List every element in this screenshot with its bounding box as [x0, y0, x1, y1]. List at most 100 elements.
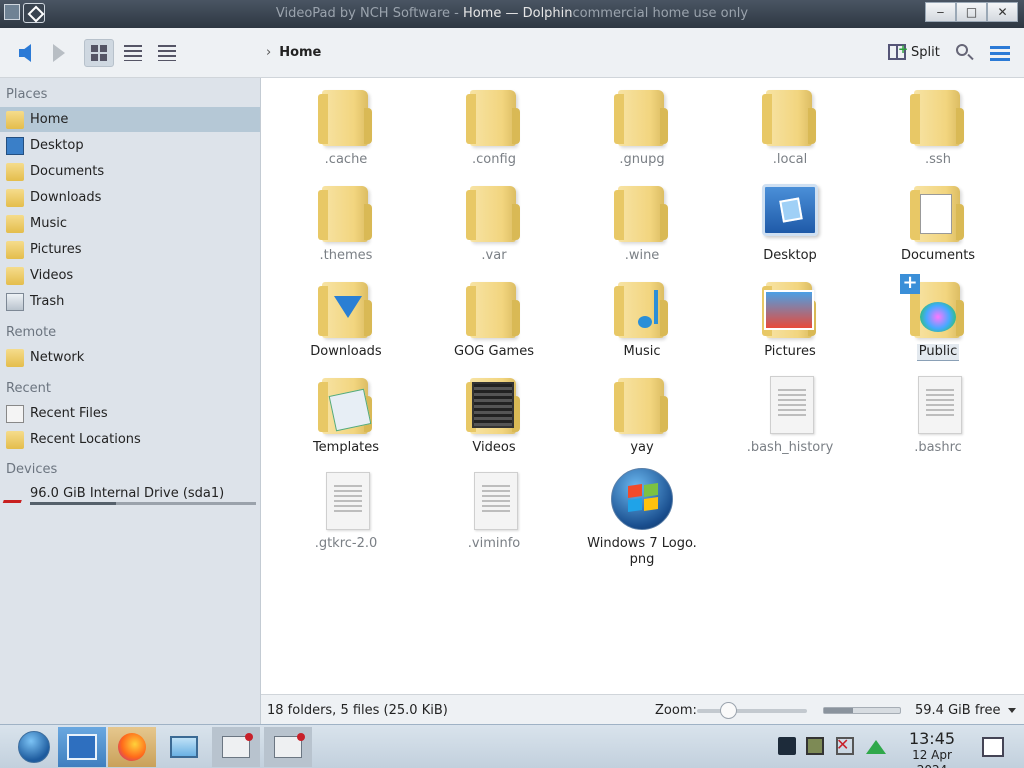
search-button[interactable] [956, 44, 976, 64]
hamburger-menu-icon[interactable] [990, 46, 1010, 62]
text-file-icon [314, 468, 378, 532]
sidebar-item-label: Home [30, 112, 69, 127]
folder-icon [610, 180, 674, 244]
file-item-documents[interactable]: Documents [878, 180, 998, 264]
task-app-1[interactable] [212, 727, 260, 767]
app-window-icon [274, 733, 305, 758]
compact-view-button[interactable] [118, 39, 148, 67]
sidebar-item-recent-locations[interactable]: Recent Locations [0, 427, 260, 452]
file-item-public[interactable]: + Public [878, 274, 998, 361]
windows-start-icon [18, 731, 50, 763]
sidebar-item-trash[interactable]: Trash [0, 289, 260, 314]
folder-templates-icon [314, 372, 378, 436]
file-item-label: Public [916, 344, 960, 361]
folder-music-icon [610, 276, 674, 340]
folder-downloads-icon [314, 276, 378, 340]
forward-button[interactable] [46, 40, 72, 66]
downloads-folder-icon [6, 188, 24, 207]
file-item-wine[interactable]: .wine [582, 180, 702, 264]
close-button[interactable]: ✕ [987, 2, 1018, 22]
file-item-downloads[interactable]: Downloads [286, 276, 406, 360]
task-file-manager[interactable] [58, 727, 106, 767]
file-item-bashrc[interactable]: .bashrc [878, 372, 998, 456]
file-item-label: Downloads [310, 344, 382, 359]
text-file-icon [462, 468, 526, 532]
network-x-mark: ✕ [836, 735, 850, 754]
file-view[interactable]: .cache .config .gnupg .local .ssh .themes .var… [261, 78, 1024, 694]
sidebar-item-label: Pictures [30, 242, 82, 257]
forward-arrow-icon [53, 44, 65, 62]
folder-icon [462, 180, 526, 244]
details-view-button[interactable] [152, 39, 182, 67]
file-item-var[interactable]: .var [434, 180, 554, 264]
sidebar-item-downloads[interactable]: Downloads [0, 185, 260, 210]
task-app-2[interactable] [264, 727, 312, 767]
sidebar-item-music[interactable]: Music [0, 211, 260, 236]
sidebar-item-label: Documents [30, 164, 105, 179]
zoom-slider[interactable] [697, 702, 807, 719]
sidebar-item-label: Videos [30, 268, 74, 283]
sidebar-item-recent-files[interactable]: Recent Files [0, 401, 260, 426]
file-item-label: yay [630, 440, 654, 455]
minimize-button[interactable]: ‒ [925, 2, 956, 22]
file-item-label: .bash_history [746, 440, 834, 455]
free-space-dropdown[interactable]: 59.4 GiB free [915, 703, 1016, 718]
sidebar-item-home[interactable]: Home [0, 107, 260, 132]
back-button[interactable] [12, 40, 38, 66]
file-item-themes[interactable]: .themes [286, 180, 406, 264]
folder-public-icon: + [900, 274, 970, 340]
sidebar-item-label: Trash [30, 294, 65, 309]
clipboard-icon[interactable] [806, 737, 824, 755]
file-item-gnupg[interactable]: .gnupg [582, 84, 702, 168]
devices-section-title: Devices [6, 462, 58, 477]
file-item-cache[interactable]: .cache [286, 84, 406, 168]
file-item-label: GOG Games [454, 344, 534, 359]
file-item-windows-7-logo-png[interactable]: Windows 7 Logo. png [582, 468, 702, 568]
file-item-label: .wine [624, 248, 660, 263]
sidebar-item-pictures[interactable]: Pictures [0, 237, 260, 262]
sidebar-item-documents[interactable]: Documents [0, 159, 260, 184]
recent-section-title: Recent [6, 381, 51, 396]
file-item-music[interactable]: Music [582, 276, 702, 360]
icons-view-button[interactable] [84, 39, 114, 67]
file-item-label: Music [623, 344, 661, 359]
network-disconnected-icon[interactable]: ✕ [836, 735, 854, 755]
breadcrumb-home[interactable]: Home [279, 45, 321, 60]
show-desktop-icon[interactable] [982, 737, 1004, 757]
sidebar-item-videos[interactable]: Videos [0, 263, 260, 288]
breadcrumb[interactable]: › Home [266, 45, 321, 60]
file-item-videos[interactable]: Videos [434, 372, 554, 456]
app-window-icon [222, 733, 253, 758]
file-item-gog-games[interactable]: GOG Games [434, 276, 554, 360]
file-item-label: Desktop [763, 248, 817, 263]
file-item-pictures[interactable]: Pictures [730, 276, 850, 360]
file-item-ssh[interactable]: .ssh [878, 84, 998, 168]
clock[interactable]: 13:45 12 Apr 2024 [896, 730, 968, 768]
folder-icon [610, 372, 674, 436]
taskbar: ✕ 13:45 12 Apr 2024 [0, 724, 1024, 768]
task-system-settings[interactable] [160, 727, 208, 767]
split-label: Split [911, 44, 940, 60]
file-item-bash-history[interactable]: .bash_history [730, 372, 850, 456]
zoom-slider-handle[interactable] [720, 702, 738, 719]
file-item-yay[interactable]: yay [582, 372, 702, 456]
file-item-label: Documents [900, 248, 976, 263]
task-firefox[interactable] [108, 727, 156, 767]
save-icon[interactable] [778, 737, 796, 755]
file-item-desktop[interactable]: Desktop [730, 180, 850, 264]
start-button[interactable] [10, 727, 58, 767]
split-button[interactable]: Split [888, 42, 940, 60]
sidebar-item-network[interactable]: Network [0, 345, 260, 370]
trash-icon [6, 292, 24, 311]
file-item-gtkrc-2-0[interactable]: .gtkrc-2.0 [286, 468, 406, 552]
updates-arrow-icon[interactable] [866, 740, 886, 754]
file-item-config[interactable]: .config [434, 84, 554, 168]
file-item-label: Videos [472, 440, 516, 455]
file-item-templates[interactable]: Templates [286, 372, 406, 456]
maximize-button[interactable]: □ [956, 2, 987, 22]
folder-icon [462, 84, 526, 148]
file-item-label: .gtkrc-2.0 [314, 536, 378, 551]
file-item-local[interactable]: .local [730, 84, 850, 168]
file-item-viminfo[interactable]: .viminfo [434, 468, 554, 552]
sidebar-item-desktop[interactable]: Desktop [0, 133, 260, 158]
